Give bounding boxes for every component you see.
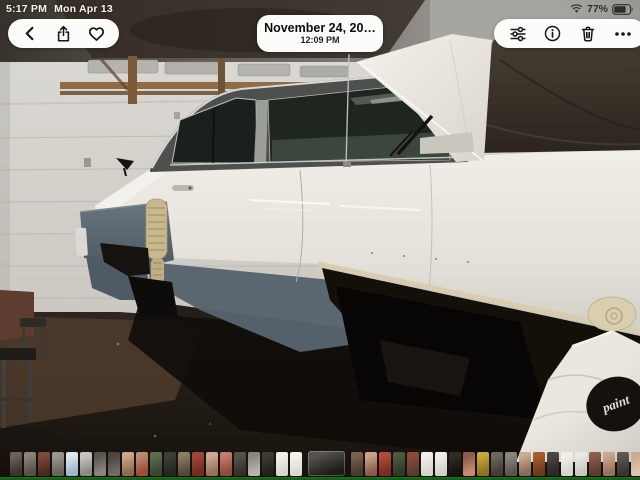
sliders-icon <box>510 26 525 41</box>
thumbnail[interactable] <box>276 451 288 476</box>
thumbnail[interactable] <box>38 451 50 476</box>
thumbnail[interactable] <box>248 451 260 476</box>
thumbnail[interactable] <box>533 451 545 476</box>
trash-icon <box>581 26 594 42</box>
thumbnail[interactable] <box>108 451 120 476</box>
thumbnail[interactable] <box>234 451 246 476</box>
thumbnail[interactable] <box>351 451 363 476</box>
thumbnail[interactable] <box>178 451 190 476</box>
back-button[interactable] <box>18 21 44 47</box>
favorite-button[interactable] <box>84 21 110 47</box>
thumbnail[interactable] <box>94 451 106 476</box>
thumbnail[interactable] <box>589 451 601 476</box>
thumbnail-filmstrip[interactable] <box>0 450 640 477</box>
thumbnail[interactable] <box>290 451 302 476</box>
thumbnail[interactable] <box>561 451 573 476</box>
thumbnail[interactable] <box>192 451 204 476</box>
thumbnail[interactable] <box>10 451 22 476</box>
thumbnail[interactable] <box>80 451 92 476</box>
thumbnail[interactable] <box>491 451 503 476</box>
thumbnail[interactable] <box>52 451 64 476</box>
thumbnail-selected[interactable] <box>308 451 345 476</box>
thumbnail[interactable] <box>206 451 218 476</box>
thumbnail[interactable] <box>505 451 517 476</box>
toolbar-left-pill <box>8 19 119 48</box>
thumbnail[interactable] <box>220 451 232 476</box>
heart-icon <box>88 26 105 41</box>
thumbnail[interactable] <box>379 451 391 476</box>
thumbnail[interactable] <box>164 451 176 476</box>
photo-time-subtitle: 12:09 PM <box>300 35 340 45</box>
share-icon <box>57 25 70 42</box>
thumbnail[interactable] <box>66 451 78 476</box>
info-button[interactable] <box>540 21 566 47</box>
photo-viewer[interactable]: paint <box>0 0 640 480</box>
thumbnail[interactable] <box>150 451 162 476</box>
thumbnail[interactable] <box>435 451 447 476</box>
thumbnail[interactable] <box>477 451 489 476</box>
ellipsis-icon <box>614 31 631 36</box>
thumbnail[interactable] <box>603 451 615 476</box>
more-button[interactable] <box>610 21 636 47</box>
info-circle-icon <box>544 25 561 42</box>
photo-date-title: November 24, 20… <box>264 21 376 35</box>
adjust-button[interactable] <box>505 21 531 47</box>
thumbnail[interactable] <box>407 451 419 476</box>
thumbnail[interactable] <box>365 451 377 476</box>
thumbnail[interactable] <box>122 451 134 476</box>
toolbar-right-pill <box>494 19 640 48</box>
thumbnail[interactable] <box>393 451 405 476</box>
chevron-left-icon <box>25 26 34 41</box>
thumbnail[interactable] <box>631 451 640 476</box>
thumbnail[interactable] <box>547 451 559 476</box>
share-button[interactable] <box>51 21 77 47</box>
thumbnail[interactable] <box>262 451 274 476</box>
thumbnail[interactable] <box>449 451 461 476</box>
thumbnail[interactable] <box>617 451 629 476</box>
thumbnail[interactable] <box>136 451 148 476</box>
thumbnail[interactable] <box>463 451 475 476</box>
thumbnail[interactable] <box>519 451 531 476</box>
thumbnail[interactable] <box>575 451 587 476</box>
thumbnail[interactable] <box>24 451 36 476</box>
photos-app-screen: paint 5:17 PM Mon Apr 13 77% <box>0 0 640 480</box>
thumbnail[interactable] <box>421 451 433 476</box>
delete-button[interactable] <box>575 21 601 47</box>
photo-date-pill[interactable]: November 24, 20… 12:09 PM <box>257 15 383 52</box>
